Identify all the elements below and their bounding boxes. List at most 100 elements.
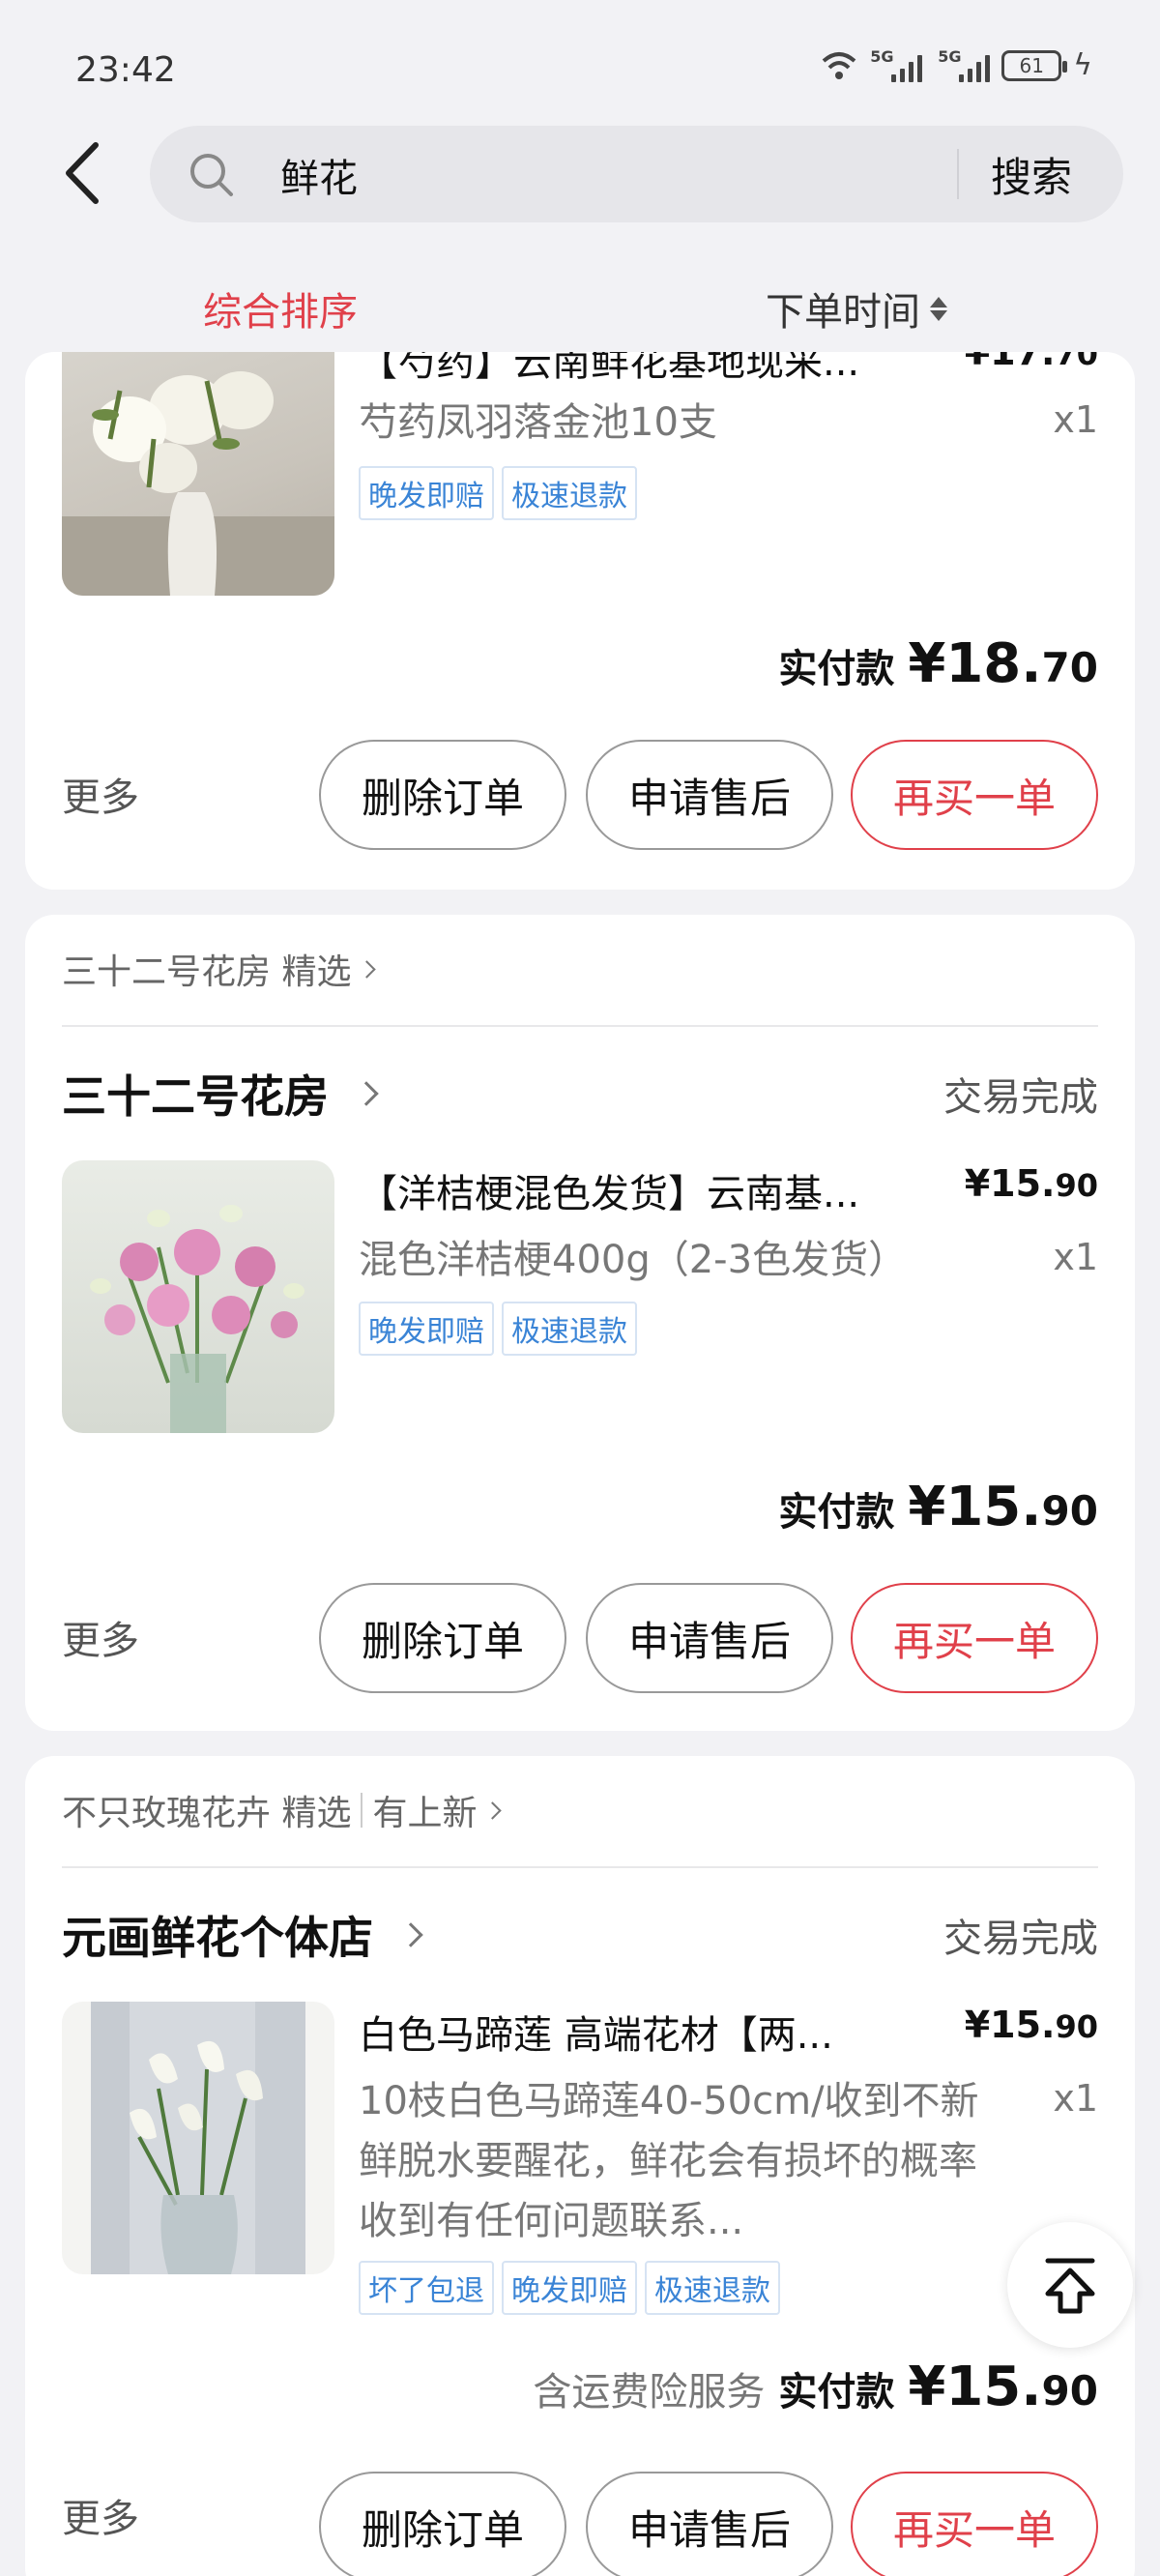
- after-sales-button[interactable]: 申请售后: [586, 740, 833, 850]
- search-button[interactable]: 搜索: [991, 145, 1072, 204]
- shop-recommendation[interactable]: 不只玫瑰花卉 精选 有上新: [62, 1785, 503, 1835]
- order-card: 【芍药】云南鲜花基地现采... ¥17.70 芍药凤羽落金池10支 x1 晚发即…: [25, 352, 1135, 890]
- shop-name-label: 元画鲜花个体店: [62, 1912, 373, 1964]
- product-spec: 芍药凤羽落金池10支: [359, 400, 717, 445]
- chevron-right-icon: [354, 1081, 379, 1106]
- back-to-top-button[interactable]: [1007, 2222, 1133, 2348]
- network-type-2: 5G: [938, 46, 962, 66]
- shop-sub-label: 不只玫瑰花卉 精选: [62, 1794, 352, 1833]
- product-image[interactable]: [62, 1160, 334, 1433]
- paid-int: ¥15.: [908, 1476, 1042, 1538]
- order-card: 三十二号花房 精选 三十二号花房 交易完成 【洋桔梗混色发货】云南基... ¥1…: [25, 915, 1135, 1731]
- network-type-1: 5G: [870, 46, 894, 66]
- after-sales-button[interactable]: 申请售后: [586, 1583, 833, 1693]
- service-tag: 晚发即赔: [359, 466, 494, 520]
- more-button[interactable]: 更多: [62, 2487, 139, 2543]
- shop-sub-label: 三十二号花房 精选: [62, 952, 352, 992]
- chevron-right-icon: [483, 1800, 503, 1820]
- product-image[interactable]: [62, 2002, 334, 2274]
- delete-order-button[interactable]: 删除订单: [319, 1583, 566, 1693]
- divider: [62, 1025, 1098, 1027]
- paid-label: 实付款: [778, 2370, 895, 2415]
- product-title[interactable]: 【芍药】云南鲜花基地现采...: [359, 352, 929, 387]
- signal-icon-2: 5G: [938, 47, 991, 82]
- paid-amount: 含运费险服务 实付款 ¥15.90: [533, 2356, 1098, 2418]
- shop-name[interactable]: 元画鲜花个体店: [62, 1903, 423, 1967]
- after-sales-button[interactable]: 申请售后: [586, 2472, 833, 2576]
- service-tag: 晚发即赔: [502, 2261, 637, 2315]
- product-qty: x1: [1053, 2077, 1098, 2120]
- price-int: ¥15.: [964, 1162, 1056, 1205]
- status-time: 23:42: [75, 50, 176, 90]
- order-status: 交易完成: [943, 1075, 1098, 1120]
- divider: [62, 1866, 1098, 1868]
- buy-again-button[interactable]: 再买一单: [851, 2472, 1098, 2576]
- chevron-right-icon: [398, 1922, 423, 1947]
- sort-bar: 综合排序 下单时间: [0, 259, 1160, 352]
- paid-dec: 90: [1041, 2367, 1098, 2415]
- shop-recommendation[interactable]: 三十二号花房 精选: [62, 944, 377, 994]
- battery-icon: 61: [1001, 49, 1068, 81]
- order-status: 交易完成: [943, 1917, 1098, 1961]
- shop-new-label: 有上新: [372, 1794, 478, 1833]
- service-tag: 晚发即赔: [359, 1302, 494, 1356]
- product-title[interactable]: 【洋桔梗混色发货】云南基...: [359, 1162, 929, 1218]
- search-input[interactable]: 鲜花: [280, 147, 358, 203]
- service-tags: 晚发即赔 极速退款: [359, 1302, 637, 1356]
- lisianthus-image: [90, 1205, 304, 1433]
- price-int: ¥17.: [964, 352, 1056, 373]
- product-price: ¥15.90: [965, 1162, 1098, 1205]
- search-icon: [190, 154, 233, 196]
- battery-level: 61: [1019, 53, 1044, 77]
- paid-label: 实付款: [778, 647, 895, 691]
- paid-dec: 70: [1041, 644, 1098, 691]
- search-row: 鲜花 搜索: [0, 126, 1160, 222]
- delete-order-button[interactable]: 删除订单: [319, 740, 566, 850]
- paid-dec: 90: [1041, 1487, 1098, 1535]
- search-divider: [957, 149, 959, 199]
- product-qty: x1: [1053, 398, 1098, 441]
- service-tags: 晚发即赔 极速退款: [359, 466, 637, 520]
- search-box[interactable]: 鲜花 搜索: [150, 126, 1123, 222]
- buy-again-button[interactable]: 再买一单: [851, 1583, 1098, 1693]
- shop-name[interactable]: 三十二号花房: [62, 1062, 379, 1126]
- paid-int: ¥18.: [908, 632, 1042, 695]
- product-price: ¥15.90: [965, 2004, 1098, 2046]
- product-image[interactable]: [62, 352, 334, 596]
- more-button[interactable]: 更多: [62, 766, 139, 822]
- paid-int: ¥15.: [908, 2356, 1042, 2418]
- paid-value: ¥15.90: [908, 2356, 1098, 2418]
- service-tag: 坏了包退: [359, 2261, 494, 2315]
- delete-order-button[interactable]: 删除订单: [319, 2472, 566, 2576]
- price-dec: 90: [1055, 2008, 1098, 2045]
- price-dec: 90: [1055, 1167, 1098, 1204]
- service-tag: 极速退款: [645, 2261, 780, 2315]
- product-title[interactable]: 白色马蹄莲 高端花材【两...: [359, 2004, 929, 2060]
- paid-value: ¥18.70: [908, 632, 1098, 695]
- product-price: ¥17.70: [965, 352, 1098, 373]
- sort-arrows-icon: [930, 296, 947, 321]
- back-arrow-icon: [66, 142, 99, 204]
- price-int: ¥15.: [964, 2004, 1056, 2046]
- back-button[interactable]: [48, 139, 116, 207]
- product-spec: 混色洋桔梗400g（2-3色发货）: [359, 1238, 908, 1282]
- chevron-right-icon: [358, 959, 377, 979]
- charging-icon: ϟ: [1073, 48, 1092, 82]
- paid-label: 实付款: [778, 1490, 895, 1535]
- more-button[interactable]: 更多: [62, 1609, 139, 1665]
- service-tag: 极速退款: [502, 1302, 637, 1356]
- price-dec: 70: [1055, 352, 1098, 372]
- shipping-insurance-label: 含运费险服务: [533, 2370, 766, 2415]
- order-card: 不只玫瑰花卉 精选 有上新 元画鲜花个体店 交易完成 白色马蹄莲 高端花材【两.…: [25, 1756, 1135, 2576]
- product-spec: 10枝白色马蹄莲40-50cm/收到不新鲜脱水要醒花，鲜花会有损坏的概率收到有任…: [359, 2079, 979, 2243]
- calla-lily-image: [91, 2002, 305, 2274]
- service-tags: 坏了包退 晚发即赔 极速退款: [359, 2261, 780, 2315]
- buy-again-button[interactable]: 再买一单: [851, 740, 1098, 850]
- sort-order-time[interactable]: 下单时间: [766, 280, 947, 337]
- divider: [361, 1793, 363, 1828]
- service-tag: 极速退款: [502, 466, 637, 520]
- paid-amount: 实付款 ¥18.70: [778, 632, 1098, 695]
- sort-comprehensive[interactable]: 综合排序: [203, 280, 358, 337]
- peony-image: [62, 371, 334, 596]
- status-icons: 5G 5G 61 ϟ: [820, 46, 1092, 82]
